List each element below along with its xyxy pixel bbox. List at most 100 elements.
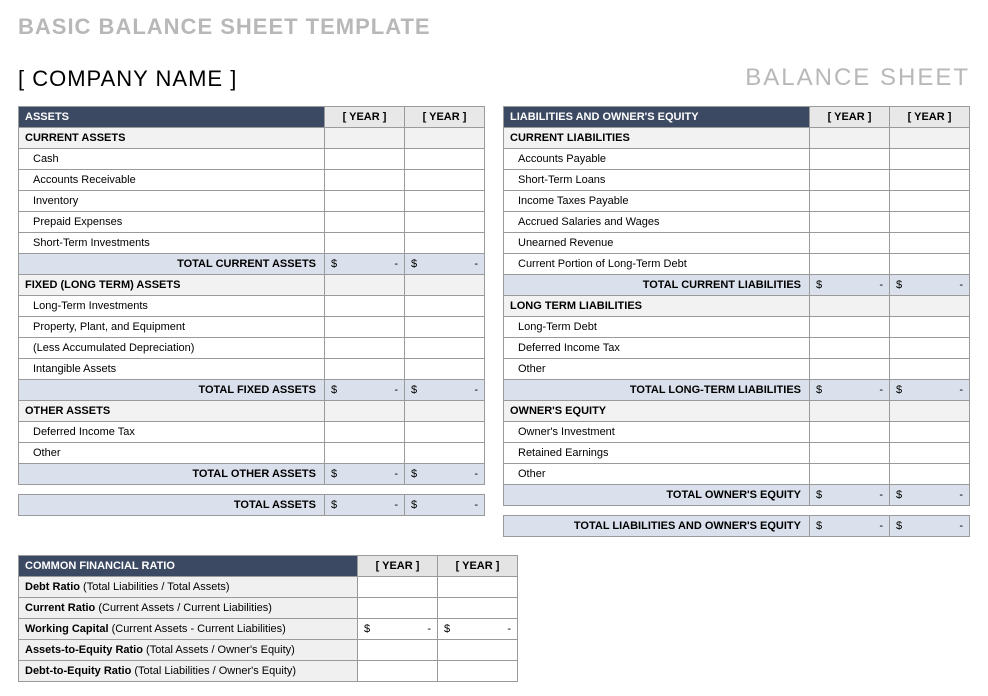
liab-current-val2-2[interactable]	[890, 191, 970, 212]
ratio-val1-0[interactable]	[358, 577, 438, 598]
assets-current-item-4[interactable]: Short-Term Investments	[19, 233, 325, 254]
assets-current-item-2[interactable]: Inventory	[19, 191, 325, 212]
ratio-val2-2[interactable]: $-	[438, 619, 518, 640]
liab-equity-val2-2[interactable]	[890, 464, 970, 485]
liab-grand-total1: $-	[810, 516, 890, 537]
assets-current-val2-3[interactable]	[405, 212, 485, 233]
assets-other-val1-0[interactable]	[325, 422, 405, 443]
assets-fixed-item-0[interactable]: Long-Term Investments	[19, 296, 325, 317]
liab-equity-val1-1[interactable]	[810, 443, 890, 464]
liab-equity-item-1[interactable]: Retained Earnings	[504, 443, 810, 464]
liab-equity-val1-0[interactable]	[810, 422, 890, 443]
assets-current-val2-4[interactable]	[405, 233, 485, 254]
liab-current-item-3[interactable]: Accrued Salaries and Wages	[504, 212, 810, 233]
liab-current-val1-5[interactable]	[810, 254, 890, 275]
ratio-val1-1[interactable]	[358, 598, 438, 619]
liab-longterm-header: LONG TERM LIABILITIES	[504, 296, 810, 317]
assets-fixed-item-3[interactable]: Intangible Assets	[19, 359, 325, 380]
assets-current-val1-1[interactable]	[325, 170, 405, 191]
assets-fixed-val1-1[interactable]	[325, 317, 405, 338]
assets-current-total-label: TOTAL CURRENT ASSETS	[19, 254, 325, 275]
assets-current-val1-3[interactable]	[325, 212, 405, 233]
liab-current-val2-0[interactable]	[890, 149, 970, 170]
liab-current-val2-4[interactable]	[890, 233, 970, 254]
liab-equity-val1-2[interactable]	[810, 464, 890, 485]
liab-current-val2-1[interactable]	[890, 170, 970, 191]
ratio-val1-3[interactable]	[358, 640, 438, 661]
assets-current-val1-4[interactable]	[325, 233, 405, 254]
year-col-2: [ YEAR ]	[890, 107, 970, 128]
assets-other-val2-0[interactable]	[405, 422, 485, 443]
liab-longterm-val2-0[interactable]	[890, 317, 970, 338]
assets-fixed-item-1[interactable]: Property, Plant, and Equipment	[19, 317, 325, 338]
assets-fixed-val1-3[interactable]	[325, 359, 405, 380]
ratio-val2-3[interactable]	[438, 640, 518, 661]
liab-current-item-5[interactable]: Current Portion of Long-Term Debt	[504, 254, 810, 275]
liab-equity-val2-0[interactable]	[890, 422, 970, 443]
assets-fixed-val2-2[interactable]	[405, 338, 485, 359]
ratio-val2-0[interactable]	[438, 577, 518, 598]
liab-current-item-4[interactable]: Unearned Revenue	[504, 233, 810, 254]
year-col-2: [ YEAR ]	[405, 107, 485, 128]
liab-equity-item-2[interactable]: Other	[504, 464, 810, 485]
liab-equity-val2-1[interactable]	[890, 443, 970, 464]
liab-longterm-total1: $-	[810, 380, 890, 401]
liab-current-val2-3[interactable]	[890, 212, 970, 233]
assets-fixed-val1-0[interactable]	[325, 296, 405, 317]
assets-other-val2-1[interactable]	[405, 443, 485, 464]
liab-current-item-1[interactable]: Short-Term Loans	[504, 170, 810, 191]
liab-current-val1-4[interactable]	[810, 233, 890, 254]
assets-fixed-total-label: TOTAL FIXED ASSETS	[19, 380, 325, 401]
liab-current-val1-0[interactable]	[810, 149, 890, 170]
ratio-year2: [ YEAR ]	[438, 556, 518, 577]
assets-fixed-item-2[interactable]: (Less Accumulated Depreciation)	[19, 338, 325, 359]
assets-current-val2-1[interactable]	[405, 170, 485, 191]
assets-current-val1-2[interactable]	[325, 191, 405, 212]
liab-longterm-val1-0[interactable]	[810, 317, 890, 338]
assets-other-header: OTHER ASSETS	[19, 401, 325, 422]
ratio-val2-1[interactable]	[438, 598, 518, 619]
assets-other-item-0[interactable]: Deferred Income Tax	[19, 422, 325, 443]
liab-current-val1-1[interactable]	[810, 170, 890, 191]
liab-grand-total-label: TOTAL LIABILITIES AND OWNER'S EQUITY	[504, 516, 810, 537]
liabilities-column: LIABILITIES AND OWNER'S EQUITY[ YEAR ][ …	[503, 106, 970, 537]
liab-longterm-item-2[interactable]: Other	[504, 359, 810, 380]
assets-fixed-val2-3[interactable]	[405, 359, 485, 380]
assets-other-val1-1[interactable]	[325, 443, 405, 464]
liab-current-val1-2[interactable]	[810, 191, 890, 212]
liab-equity-total2: $-	[890, 485, 970, 506]
liab-longterm-total-label: TOTAL LONG-TERM LIABILITIES	[504, 380, 810, 401]
liab-longterm-val1-1[interactable]	[810, 338, 890, 359]
ratio-val1-2[interactable]: $-	[358, 619, 438, 640]
assets-current-total2: $-	[405, 254, 485, 275]
liab-equity-total-label: TOTAL OWNER'S EQUITY	[504, 485, 810, 506]
document-title: BALANCE SHEET	[745, 64, 970, 92]
assets-fixed-val1-2[interactable]	[325, 338, 405, 359]
liab-current-item-2[interactable]: Income Taxes Payable	[504, 191, 810, 212]
assets-fixed-val2-0[interactable]	[405, 296, 485, 317]
liab-current-val2-5[interactable]	[890, 254, 970, 275]
assets-grand-total2: $-	[405, 495, 485, 516]
assets-fixed-val2-1[interactable]	[405, 317, 485, 338]
ratio-year1: [ YEAR ]	[358, 556, 438, 577]
assets-current-val1-0[interactable]	[325, 149, 405, 170]
assets-current-item-1[interactable]: Accounts Receivable	[19, 170, 325, 191]
liabilities-table: LIABILITIES AND OWNER'S EQUITY[ YEAR ][ …	[503, 106, 970, 537]
ratio-val2-4[interactable]	[438, 661, 518, 682]
liab-longterm-item-0[interactable]: Long-Term Debt	[504, 317, 810, 338]
liab-longterm-val2-1[interactable]	[890, 338, 970, 359]
assets-current-val2-0[interactable]	[405, 149, 485, 170]
assets-current-val2-2[interactable]	[405, 191, 485, 212]
liab-current-item-0[interactable]: Accounts Payable	[504, 149, 810, 170]
assets-current-item-3[interactable]: Prepaid Expenses	[19, 212, 325, 233]
assets-current-item-0[interactable]: Cash	[19, 149, 325, 170]
liab-longterm-val2-2[interactable]	[890, 359, 970, 380]
assets-other-item-1[interactable]: Other	[19, 443, 325, 464]
liab-current-val1-3[interactable]	[810, 212, 890, 233]
liab-longterm-val1-2[interactable]	[810, 359, 890, 380]
main-columns: ASSETS[ YEAR ][ YEAR ]CURRENT ASSETSCash…	[18, 106, 970, 537]
liab-longterm-total2: $-	[890, 380, 970, 401]
liab-equity-item-0[interactable]: Owner's Investment	[504, 422, 810, 443]
liab-longterm-item-1[interactable]: Deferred Income Tax	[504, 338, 810, 359]
ratio-val1-4[interactable]	[358, 661, 438, 682]
